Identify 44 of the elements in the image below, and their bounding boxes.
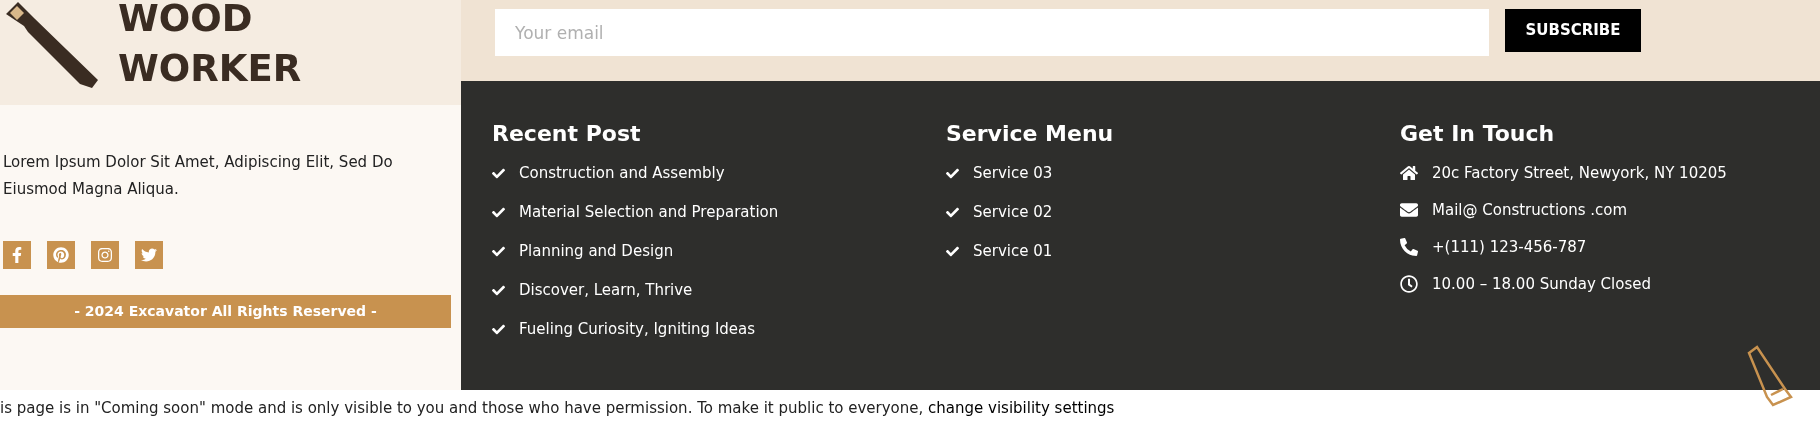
column-heading: Recent Post [492,120,642,148]
phone-icon [1400,238,1418,256]
instagram-icon [97,247,113,263]
email-field[interactable]: Your email [495,9,1489,56]
check-icon [492,205,505,219]
visibility-settings-link[interactable]: change visibility settings [928,399,1115,417]
twitter-link[interactable] [135,241,163,269]
twitter-icon [141,247,157,263]
footer-link[interactable]: Construction and Assembly [519,161,725,185]
footer-link[interactable]: Material Selection and Preparation [519,200,779,224]
brand-title: WORKER [118,46,302,92]
instagram-link[interactable] [91,241,119,269]
contact-text: 10.00 – 18.00 Sunday Closed [1432,273,1651,295]
envelope-icon [1400,201,1418,219]
notice-text: is page is in "Coming soon" mode and is only visible to you and those who have permission. To make it public to everyone, change visibility settings [0,398,1116,418]
pinterest-link[interactable] [47,241,75,269]
footer-link[interactable]: Service 01 [973,239,1053,263]
copyright-bar: - 2024 Excavator All Rights Reserved - [0,295,451,328]
contact-text: Mail@ Constructions .com [1432,199,1628,221]
column-heading: Get In Touch [1400,120,1556,148]
footer-link[interactable]: Planning and Design [519,239,674,263]
about-text: Lorem Ipsum Dolor Sit Amet, Adipiscing Elit, Sed Do Eiusmod Magna Aliqua. [3,152,394,200]
footer-link[interactable]: Discover, Learn, Thrive [519,278,693,302]
check-icon [946,166,959,180]
contact-text: +(111) 123-456-787 [1432,236,1587,258]
check-icon [946,244,959,258]
facebook-link[interactable] [3,241,31,269]
saw-icon[interactable] [1745,345,1795,407]
column-heading: Service Menu [946,120,1115,148]
pinterest-icon [53,247,69,263]
saw-icon [4,0,100,90]
footer-link[interactable]: Service 02 [973,200,1053,224]
contact-text: 20c Factory Street, Newyork, NY 10205 [1432,162,1727,184]
home-icon [1400,164,1418,182]
clock-icon [1400,275,1418,293]
check-icon [492,322,505,336]
brand-title: WOOD [118,0,254,42]
check-icon [492,283,505,297]
subscribe-button[interactable]: SUBSCRIBE [1505,9,1641,52]
check-icon [946,205,959,219]
footer-link[interactable]: Fueling Curiosity, Igniting Ideas [519,317,756,341]
check-icon [492,166,505,180]
check-icon [492,244,505,258]
footer-link[interactable]: Service 03 [973,161,1053,185]
